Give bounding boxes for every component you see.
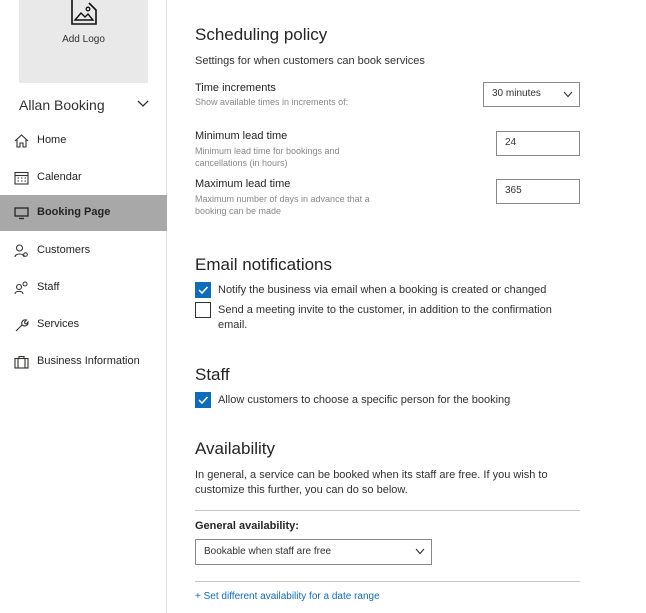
min-lead-time-desc-line1: Minimum lead time for bookings and [195, 146, 340, 156]
sidebar-item-label: Calendar [37, 171, 82, 183]
scheduling-policy-subtitle: Settings for when customers can book ser… [195, 55, 425, 67]
wrench-icon [15, 319, 29, 332]
staff-heading: Staff [195, 365, 230, 384]
business-selector[interactable]: Allan Booking [19, 95, 151, 115]
chevron-down-icon [137, 100, 149, 107]
min-lead-time-label: Minimum lead time [195, 130, 288, 142]
sidebar-item-services[interactable]: Services [0, 307, 167, 343]
choose-person-checkbox[interactable] [195, 392, 211, 408]
general-availability-label: General availability: [195, 520, 299, 532]
time-increments-label: Time increments [195, 82, 276, 94]
notify-business-checkbox[interactable] [195, 282, 211, 298]
meeting-invite-checkbox[interactable] [195, 302, 211, 318]
sidebar-item-label: Staff [37, 281, 60, 293]
meeting-invite-label-line1: Send a meeting invite to the customer, i… [218, 304, 552, 316]
sidebar-item-booking-page[interactable]: Booking Page [0, 195, 167, 231]
briefcase-icon [14, 355, 29, 369]
availability-heading: Availability [195, 439, 276, 458]
add-logo-button[interactable]: Add Logo [19, 0, 148, 83]
max-lead-time-desc-line1: Maximum number of days in advance that a [195, 194, 370, 204]
general-availability-select[interactable]: Bookable when staff are free [195, 539, 432, 565]
sidebar-item-home[interactable]: Home [0, 123, 167, 159]
scheduling-policy-heading: Scheduling policy [195, 25, 328, 44]
general-availability-value: Bookable when staff are free [204, 546, 332, 557]
choose-person-label: Allow customers to choose a specific per… [218, 394, 511, 406]
business-name: Allan Booking [19, 97, 105, 113]
sidebar-item-business-information[interactable]: Business Information [0, 344, 167, 380]
max-lead-time-desc-line2: booking can be made [195, 206, 282, 216]
sidebar-item-calendar[interactable]: Calendar [0, 160, 167, 196]
max-lead-time-value: 365 [505, 185, 522, 196]
availability-desc-line2: customize this further, you can do so be… [195, 484, 408, 496]
sidebar-item-label: Customers [37, 244, 91, 256]
home-icon [14, 134, 29, 148]
time-increments-desc: Show available times in increments of: [195, 97, 349, 107]
min-lead-time-value: 24 [505, 137, 517, 148]
divider [195, 581, 580, 582]
max-lead-time-label: Maximum lead time [195, 178, 291, 190]
add-logo-label: Add Logo [62, 34, 105, 45]
time-increments-value: 30 minutes [492, 88, 541, 99]
meeting-invite-label-line2: email. [218, 319, 248, 331]
min-lead-time-input[interactable]: 24 [496, 131, 580, 156]
monitor-icon [14, 207, 29, 220]
availability-desc-line1: In general, a service can be booked when… [195, 469, 548, 481]
sidebar-item-label: Services [37, 318, 80, 330]
notify-business-label: Notify the business via email when a boo… [218, 284, 547, 296]
sidebar: Add Logo Allan Booking Home Calendar Boo… [0, 0, 167, 613]
sidebar-item-label: Home [37, 134, 67, 146]
sidebar-item-staff[interactable]: Staff [0, 270, 167, 306]
time-increments-select[interactable]: 30 minutes [483, 82, 580, 107]
calendar-icon [14, 171, 29, 185]
chevron-down-icon [415, 548, 425, 555]
staff-icon [14, 281, 28, 295]
sidebar-item-label: Booking Page [37, 206, 111, 218]
customers-icon [14, 244, 28, 258]
email-notifications-heading: Email notifications [195, 255, 333, 274]
max-lead-time-input[interactable]: 365 [496, 179, 580, 204]
sidebar-item-customers[interactable]: Customers [0, 233, 167, 269]
chevron-down-icon [563, 91, 573, 98]
min-lead-time-desc-line2: cancellations (in hours) [195, 158, 288, 168]
checkmark-icon [198, 396, 209, 405]
divider [195, 510, 580, 511]
sidebar-item-label: Business Information [37, 355, 140, 367]
image-add-icon [71, 0, 97, 25]
checkmark-icon [198, 286, 209, 295]
set-date-range-availability-link[interactable]: + Set different availability for a date … [195, 591, 380, 602]
